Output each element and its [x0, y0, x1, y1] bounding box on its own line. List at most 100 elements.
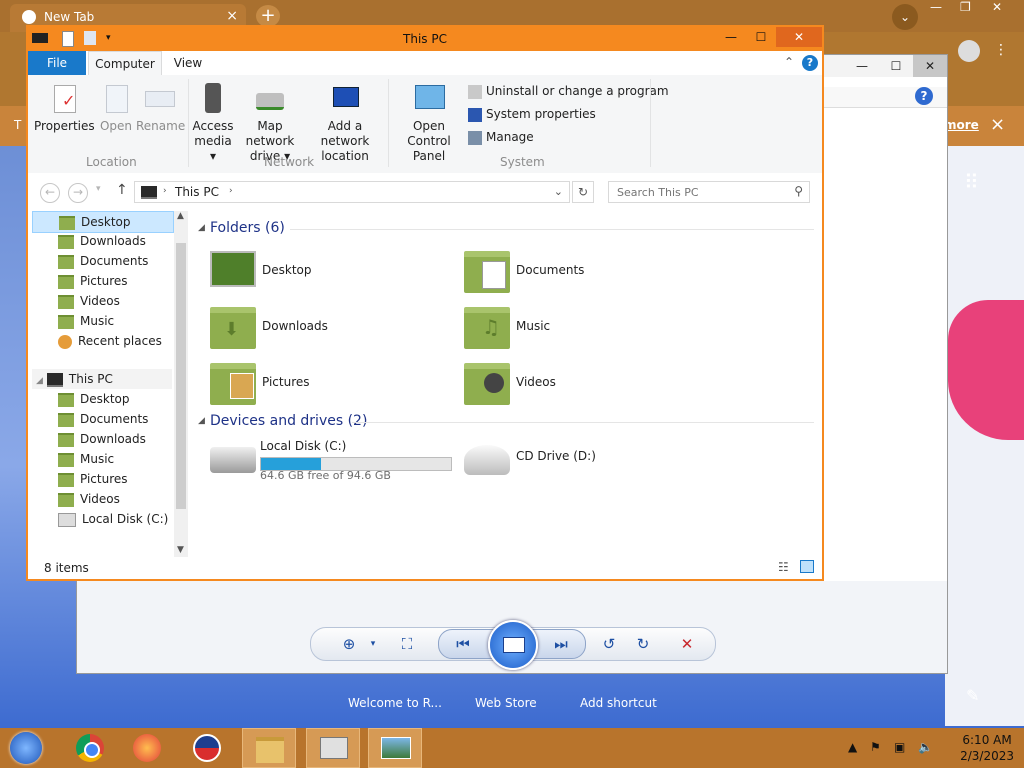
- taskbar-chrome[interactable]: [64, 728, 118, 768]
- nav-item-documents[interactable]: Documents: [58, 251, 148, 271]
- tile-web-store[interactable]: Web Store: [475, 696, 537, 710]
- scroll-down-icon[interactable]: ▼: [177, 545, 184, 555]
- info-bar-close-icon[interactable]: ×: [990, 114, 1005, 135]
- taskbar-control-panel[interactable]: [306, 728, 360, 768]
- zoom-icon[interactable]: ⊕: [337, 632, 361, 656]
- nav-item-videos[interactable]: Videos: [58, 291, 120, 311]
- properties-button[interactable]: ✓ Properties: [34, 83, 95, 134]
- tab-search-icon[interactable]: ⌄: [892, 4, 918, 30]
- address-bar[interactable]: › This PC › ⌄: [134, 181, 570, 203]
- start-button[interactable]: [0, 728, 54, 768]
- forward-icon[interactable]: →: [68, 183, 88, 203]
- pv-help-icon[interactable]: ?: [915, 87, 933, 105]
- nav-item-recent-places[interactable]: Recent places: [58, 331, 162, 351]
- nav-pc-local-disk[interactable]: Local Disk (C:): [58, 509, 168, 529]
- tile-add-shortcut[interactable]: Add shortcut: [580, 696, 657, 710]
- search-input[interactable]: [615, 185, 779, 200]
- system-properties-button[interactable]: System properties: [468, 106, 596, 122]
- pv-maximize-icon[interactable]: ☐: [879, 55, 913, 77]
- nav-item-desktop[interactable]: Desktop: [32, 211, 174, 233]
- refresh-icon[interactable]: ↻: [572, 181, 594, 203]
- taskbar-app[interactable]: [180, 728, 234, 768]
- actual-size-icon[interactable]: ⛶: [395, 632, 419, 656]
- folders-header[interactable]: Folders (6): [210, 220, 285, 236]
- nav-pc-downloads[interactable]: Downloads: [58, 429, 146, 449]
- search-box[interactable]: ⚲: [608, 181, 810, 203]
- new-tab-button[interactable]: +: [256, 5, 280, 27]
- open-control-panel-button[interactable]: Open Control Panel: [392, 83, 466, 164]
- folders-collapse-icon[interactable]: ◢: [198, 223, 205, 233]
- pv-minimize-icon[interactable]: —: [845, 55, 879, 77]
- rename-button[interactable]: Rename: [136, 83, 185, 134]
- browser-minimize-icon[interactable]: —: [930, 0, 942, 14]
- volume-icon[interactable]: 🔈: [918, 740, 933, 754]
- taskbar-file-explorer[interactable]: [242, 728, 296, 768]
- address-dropdown-icon[interactable]: ⌄: [554, 185, 563, 198]
- delete-icon[interactable]: ✕: [675, 632, 699, 656]
- back-icon[interactable]: ←: [40, 183, 60, 203]
- slideshow-button[interactable]: [488, 620, 538, 670]
- rotate-cw-icon[interactable]: ↻: [631, 632, 655, 656]
- large-icons-view-icon[interactable]: [800, 560, 814, 573]
- breadcrumb-chevron-icon[interactable]: ›: [163, 186, 167, 196]
- maximize-icon[interactable]: ☐: [746, 27, 776, 47]
- browser-restore-icon[interactable]: ❐: [960, 0, 971, 14]
- taskbar-photo-viewer[interactable]: [368, 728, 422, 768]
- uninstall-program-button[interactable]: Uninstall or change a program: [468, 83, 669, 99]
- tab-file[interactable]: File: [28, 51, 86, 75]
- scroll-up-icon[interactable]: ▲: [177, 211, 184, 221]
- obama-logo-icon: [193, 734, 221, 762]
- profile-avatar[interactable]: [958, 40, 980, 62]
- tab-close-icon[interactable]: ×: [226, 8, 238, 24]
- nav-pc-music[interactable]: Music: [58, 449, 114, 469]
- cd-drive-icon: [464, 445, 510, 475]
- nav-pc-desktop[interactable]: Desktop: [58, 389, 130, 409]
- show-hidden-icons[interactable]: ▲: [848, 740, 857, 754]
- collapse-icon[interactable]: ◢: [36, 376, 43, 386]
- nav-pc-documents[interactable]: Documents: [58, 409, 148, 429]
- tile-welcome[interactable]: Welcome to R...: [348, 696, 442, 710]
- customize-pencil-icon[interactable]: ✎: [966, 686, 979, 705]
- access-media-button[interactable]: Access media ▾: [192, 83, 234, 164]
- details-view-icon[interactable]: ☷: [778, 560, 789, 574]
- recent-locations-icon[interactable]: ▾: [96, 184, 101, 194]
- nav-item-music[interactable]: Music: [58, 311, 114, 331]
- previous-icon[interactable]: ⏮: [451, 632, 475, 656]
- breadcrumb-chevron-icon[interactable]: ›: [229, 186, 233, 196]
- scroll-thumb[interactable]: [176, 243, 186, 509]
- manage-button[interactable]: Manage: [468, 129, 534, 145]
- add-network-location-button[interactable]: Add a network location: [308, 83, 382, 164]
- nav-pc-videos[interactable]: Videos: [58, 489, 120, 509]
- help-icon[interactable]: ?: [802, 55, 818, 71]
- pv-close-icon[interactable]: ✕: [913, 55, 947, 77]
- nav-pc-pictures[interactable]: Pictures: [58, 469, 128, 489]
- clock[interactable]: 6:10 AM 2/3/2023: [960, 732, 1014, 764]
- browser-close-icon[interactable]: ✕: [992, 0, 1002, 14]
- search-icon[interactable]: ⚲: [794, 184, 803, 198]
- browser-menu-icon[interactable]: ⋮: [994, 42, 1008, 58]
- apps-grid-icon[interactable]: ⠿: [964, 170, 986, 194]
- action-center-flag-icon[interactable]: ⚑: [870, 740, 881, 754]
- open-button[interactable]: Open: [98, 83, 134, 134]
- zoom-dropdown-icon[interactable]: ▾: [361, 632, 385, 656]
- breadcrumb[interactable]: This PC: [175, 185, 219, 199]
- tab-computer[interactable]: Computer: [88, 51, 162, 76]
- rotate-ccw-icon[interactable]: ↺: [597, 632, 621, 656]
- devices-header[interactable]: Devices and drives (2): [210, 413, 367, 429]
- network-icon[interactable]: ▣: [894, 740, 905, 754]
- nav-item-pictures[interactable]: Pictures: [58, 271, 128, 291]
- next-icon[interactable]: ⏭: [549, 632, 573, 656]
- tab-view[interactable]: View: [168, 51, 208, 75]
- map-network-drive-button[interactable]: Map network drive ▾: [236, 83, 304, 164]
- nav-item-downloads[interactable]: Downloads: [58, 231, 146, 251]
- downloads-folder-icon: ⬇: [210, 307, 256, 349]
- devices-collapse-icon[interactable]: ◢: [198, 416, 205, 426]
- nav-item-this-pc[interactable]: ◢ This PC: [32, 369, 172, 389]
- close-icon[interactable]: ✕: [776, 27, 822, 47]
- minimize-icon[interactable]: —: [716, 27, 746, 47]
- nav-scrollbar[interactable]: ▲ ▼: [174, 211, 188, 557]
- learn-more-link[interactable]: more: [944, 118, 979, 132]
- up-icon[interactable]: ↑: [116, 182, 128, 198]
- taskbar-firefox[interactable]: [120, 728, 174, 768]
- minimize-ribbon-icon[interactable]: ⌃: [784, 55, 794, 69]
